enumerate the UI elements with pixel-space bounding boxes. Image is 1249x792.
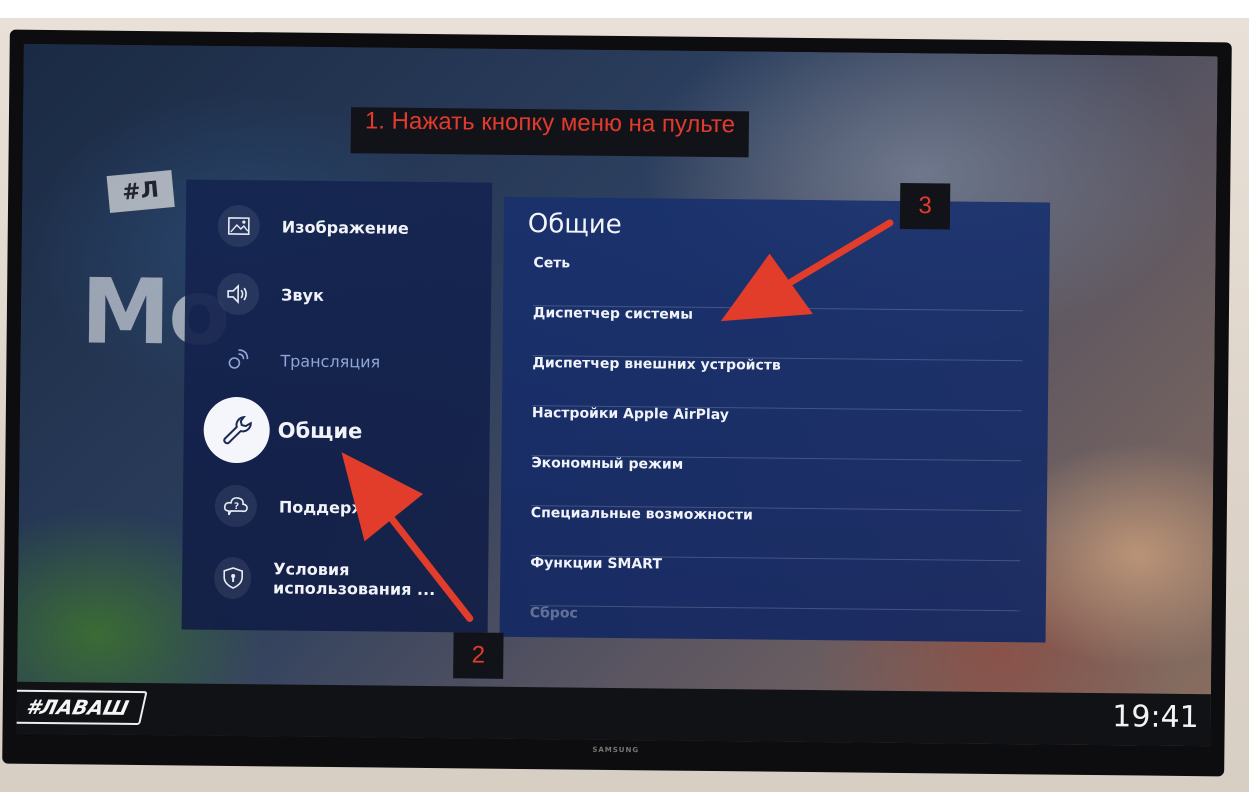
menu-item-label: Поддерж	[278, 496, 368, 517]
tv-screen: #Л Mo 1. Нажать кнопку меню на пульте Из…	[16, 43, 1218, 747]
shield-icon	[213, 556, 252, 600]
submenu-item-accessibility[interactable]: Специальные возможности	[530, 505, 1021, 562]
instruction-annotation: 1. Нажать кнопку меню на пульте	[350, 107, 750, 158]
cropped-caption	[0, 0, 1249, 18]
menu-item-broadcast[interactable]: Трансляция	[184, 329, 380, 391]
speaker-icon	[216, 272, 260, 316]
menu-item-label: Изображение	[281, 216, 409, 238]
menu-item-general[interactable]: Общие	[183, 389, 363, 471]
menu-item-support[interactable]: ? Поддерж	[183, 475, 368, 537]
menu-item-label: Трансляция	[280, 350, 381, 372]
submenu-item-airplay[interactable]: Настройки Apple AirPlay	[531, 405, 1022, 462]
submenu-item-network[interactable]: Сеть	[533, 255, 1024, 312]
channel-info-bar: #ЛАВАШ 19:41	[16, 681, 1211, 747]
menu-item-picture[interactable]: Изображение	[186, 195, 410, 257]
support-cloud-icon: ?	[214, 484, 258, 528]
submenu-item-smart[interactable]: Функции SMART	[529, 555, 1021, 612]
submenu-item-reset[interactable]: Сброс	[529, 605, 1019, 642]
menu-item-label: Общие	[277, 418, 363, 444]
menu-item-sound[interactable]: Звук	[185, 263, 324, 324]
step-2-badge: 2	[453, 632, 504, 679]
general-submenu: Общие Сеть Диспетчер системы Диспетчер в…	[499, 196, 1051, 643]
tv-frame: #Л Mo 1. Нажать кнопку меню на пульте Из…	[2, 29, 1232, 777]
submenu-item-eco-mode[interactable]: Экономный режим	[530, 455, 1022, 512]
background-sign: #Л	[106, 170, 175, 213]
submenu-title: Общие	[527, 209, 622, 241]
menu-item-label: Звук	[281, 284, 324, 305]
menu-item-label: Условия использования ...	[272, 559, 436, 600]
clock: 19:41	[1112, 699, 1199, 736]
channel-logo: #ЛАВАШ	[16, 689, 149, 726]
settings-menu: Изображение Звук Трансляция Общие ? Подд…	[181, 179, 493, 633]
submenu-item-system-manager[interactable]: Диспетчер системы	[532, 305, 1023, 362]
picture-icon	[217, 204, 261, 248]
broadcast-icon	[216, 339, 258, 381]
submenu-item-external-devices[interactable]: Диспетчер внешних устройств	[531, 355, 1023, 412]
menu-item-terms[interactable]: Условия использования ...	[182, 547, 489, 610]
tv-brand-label: SAMSUNG	[592, 745, 640, 755]
wrench-icon	[203, 396, 271, 464]
step-3-badge: 3	[899, 182, 951, 230]
svg-text:?: ?	[234, 502, 239, 512]
